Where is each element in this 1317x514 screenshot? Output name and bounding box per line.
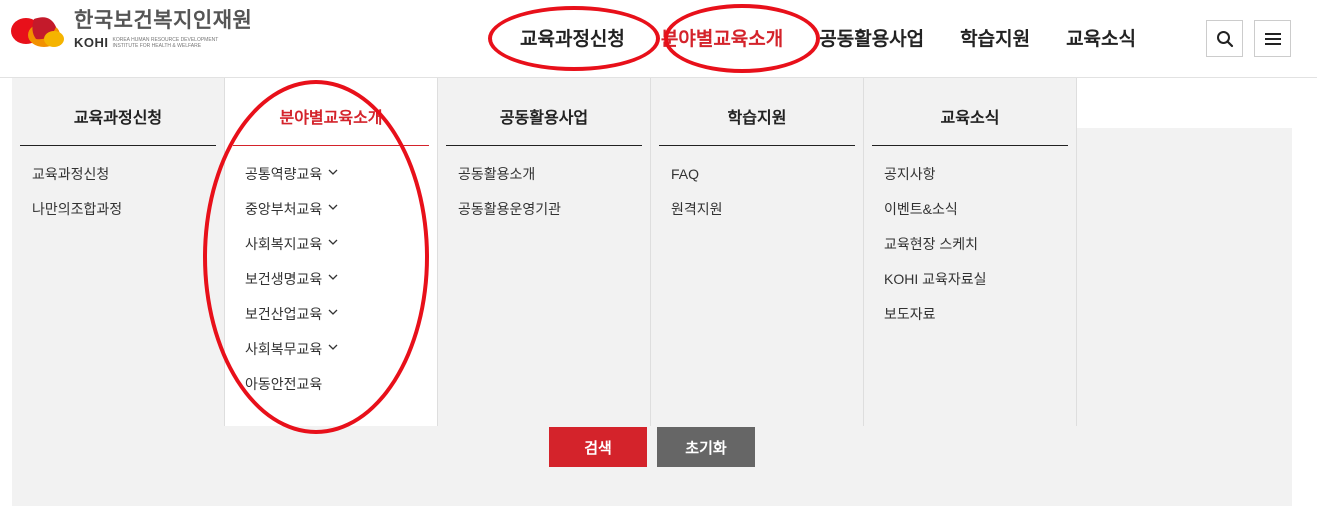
menu-item-press-releases[interactable]: 보도자료 bbox=[884, 304, 987, 339]
menu-item-common-competency[interactable]: 공통역량교육 bbox=[245, 164, 338, 199]
menu-item-joint-institutions[interactable]: 공동활용운영기관 bbox=[458, 199, 561, 234]
nav-course-application[interactable]: 교육과정신청 bbox=[520, 24, 625, 51]
main-navigation: 교육과정신청 분야별교육소개 공동활용사업 학습지원 교육소식 bbox=[520, 24, 1172, 51]
menu-item-joint-intro[interactable]: 공동활용소개 bbox=[458, 164, 561, 199]
menu-column-field-education: 분야별교육소개 공통역량교육 중앙부처교육 사회복지교육 보건생명교육 보건산업… bbox=[225, 78, 438, 426]
nav-learning-support[interactable]: 학습지원 bbox=[960, 24, 1030, 51]
chevron-down-icon bbox=[328, 204, 338, 210]
menu-item-health-life[interactable]: 보건생명교육 bbox=[245, 269, 338, 304]
kohi-logo-mark-icon bbox=[10, 9, 66, 49]
reset-button[interactable]: 초기화 bbox=[657, 427, 755, 467]
logo-korean-name: 한국보건복지인재원 bbox=[74, 9, 253, 32]
menu-item-remote-support[interactable]: 원격지원 bbox=[671, 199, 723, 234]
menu-item-central-ministry[interactable]: 중앙부처교육 bbox=[245, 199, 338, 234]
menu-item-notices[interactable]: 공지사항 bbox=[884, 164, 987, 199]
menu-column-course-application: 교육과정신청 교육과정신청 나만의조합과정 bbox=[12, 78, 225, 426]
menu-item-course-application[interactable]: 교육과정신청 bbox=[32, 164, 122, 199]
menu-item-faq[interactable]: FAQ bbox=[671, 164, 723, 199]
nav-joint-utilization[interactable]: 공동활용사업 bbox=[819, 24, 924, 51]
menu-item-health-industry[interactable]: 보건산업교육 bbox=[245, 304, 338, 339]
menu-column-education-news: 교육소식 공지사항 이벤트&소식 교육현장 스케치 KOHI 교육자료실 보도자… bbox=[864, 78, 1077, 426]
all-menu-button[interactable] bbox=[1254, 20, 1291, 57]
menu-item-social-welfare[interactable]: 사회복지교육 bbox=[245, 234, 338, 269]
menu-column-joint-utilization: 공동활용사업 공동활용소개 공동활용운영기관 bbox=[438, 78, 651, 426]
menu-column-title[interactable]: 공동활용사업 bbox=[446, 104, 642, 146]
menu-item-custom-course[interactable]: 나만의조합과정 bbox=[32, 199, 122, 234]
nav-field-education[interactable]: 분야별교육소개 bbox=[661, 24, 783, 51]
menu-column-title[interactable]: 교육과정신청 bbox=[20, 104, 216, 146]
logo-english-name: KOHI bbox=[74, 35, 109, 50]
site-logo[interactable]: 한국보건복지인재원 KOHI KOREA HUMAN RESOURCE DEVE… bbox=[10, 8, 252, 50]
menu-column-title[interactable]: 분야별교육소개 bbox=[233, 104, 429, 146]
menu-item-social-service[interactable]: 사회복무교육 bbox=[245, 339, 338, 374]
menu-item-education-materials[interactable]: KOHI 교육자료실 bbox=[884, 269, 987, 304]
chevron-down-icon bbox=[328, 344, 338, 350]
menu-column-title[interactable]: 교육소식 bbox=[872, 104, 1068, 146]
site-header: 한국보건복지인재원 KOHI KOREA HUMAN RESOURCE DEVE… bbox=[0, 0, 1317, 78]
search-icon bbox=[1216, 30, 1233, 47]
menu-item-events-news[interactable]: 이벤트&소식 bbox=[884, 199, 987, 234]
menu-column-title[interactable]: 학습지원 bbox=[659, 104, 855, 146]
chevron-down-icon bbox=[328, 309, 338, 315]
chevron-down-icon bbox=[328, 169, 338, 175]
nav-education-news[interactable]: 교육소식 bbox=[1066, 24, 1136, 51]
chevron-down-icon bbox=[328, 239, 338, 245]
menu-item-child-safety[interactable]: 아동안전교육 bbox=[245, 374, 338, 409]
mega-menu: 교육과정신청 교육과정신청 나만의조합과정 분야별교육소개 공통역량교육 중앙부… bbox=[12, 78, 1078, 426]
menu-item-field-sketch[interactable]: 교육현장 스케치 bbox=[884, 234, 987, 269]
logo-subtitle: KOREA HUMAN RESOURCE DEVELOPMENT INSTITU… bbox=[112, 36, 219, 49]
menu-column-learning-support: 학습지원 FAQ 원격지원 bbox=[651, 78, 864, 426]
search-submit-button[interactable]: 검색 bbox=[549, 427, 647, 467]
hamburger-menu-icon bbox=[1264, 32, 1281, 45]
search-button[interactable] bbox=[1206, 20, 1243, 57]
chevron-down-icon bbox=[328, 274, 338, 280]
